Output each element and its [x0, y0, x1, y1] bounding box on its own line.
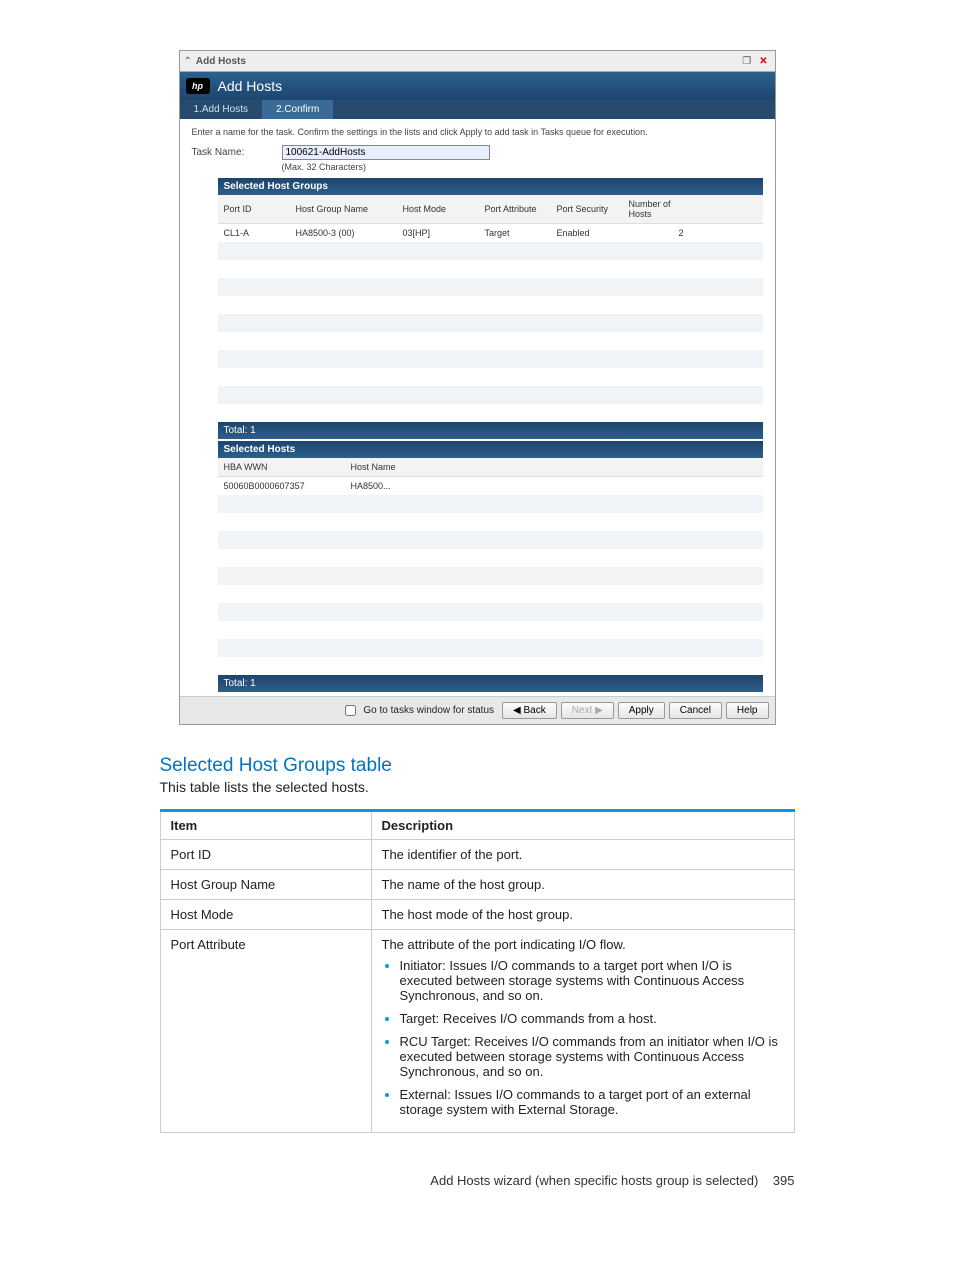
doc-section: Selected Host Groups table This table li…	[150, 755, 805, 1133]
restore-icon[interactable]: ❐	[740, 56, 754, 67]
table-row: Host Mode The host mode of the host grou…	[160, 900, 794, 930]
table-row	[218, 278, 763, 296]
checkbox-label: Go to tasks window for status	[363, 705, 494, 716]
section-host-groups: Selected Host Groups	[218, 178, 763, 195]
go-to-tasks-checkbox[interactable]: Go to tasks window for status	[341, 702, 494, 719]
list-item: Initiator: Issues I/O commands to a targ…	[400, 958, 784, 1003]
table-row	[218, 350, 763, 368]
dialog-header: hp Add Hosts	[180, 72, 775, 100]
table-row: CL1-A HA8500-3 (00) 03[HP] Target Enable…	[218, 224, 763, 243]
table-row	[218, 585, 763, 603]
table-row	[218, 260, 763, 278]
checkbox-input[interactable]	[345, 705, 356, 716]
table-row: Port Attribute The attribute of the port…	[160, 930, 794, 1133]
next-button: Next ▶	[561, 702, 614, 719]
list-item: External: Issues I/O commands to a targe…	[400, 1087, 784, 1117]
window-title: Add Hosts	[196, 56, 740, 67]
table-row: Host Group Name The name of the host gro…	[160, 870, 794, 900]
table-row	[218, 603, 763, 621]
host-groups-table: Port ID Host Group Name Host Mode Port A…	[218, 195, 763, 422]
table-row	[218, 404, 763, 422]
cancel-button[interactable]: Cancel	[669, 702, 722, 719]
add-hosts-dialog: ⌃ Add Hosts ❐ ✕ hp Add Hosts 1.Add Hosts…	[179, 50, 776, 725]
step-add-hosts[interactable]: 1.Add Hosts	[180, 100, 262, 119]
table-row	[218, 386, 763, 404]
dialog-footer: Go to tasks window for status ◀ Back Nex…	[180, 696, 775, 724]
description-table: Item Description Port ID The identifier …	[160, 809, 795, 1133]
col-port-sec[interactable]: Port Security	[551, 195, 623, 224]
col-host-mode[interactable]: Host Mode	[397, 195, 479, 224]
collapse-icon[interactable]: ⌃	[184, 56, 192, 67]
window-titlebar: ⌃ Add Hosts ❐ ✕	[180, 51, 775, 72]
table-row	[218, 513, 763, 531]
table-row	[218, 368, 763, 386]
apply-button[interactable]: Apply	[618, 702, 665, 719]
close-icon[interactable]: ✕	[757, 56, 771, 67]
table-row	[218, 657, 763, 675]
table-row	[218, 639, 763, 657]
col-hg-name[interactable]: Host Group Name	[290, 195, 397, 224]
instruction-text: Enter a name for the task. Confirm the s…	[192, 127, 763, 137]
hp-logo-icon: hp	[186, 78, 210, 94]
col-spacer	[690, 195, 763, 224]
page-number: 395	[773, 1173, 795, 1188]
hosts-table: HBA WWN Host Name 50060B0000607357 HA850…	[218, 458, 763, 675]
table-row	[218, 314, 763, 332]
dialog-title: Add Hosts	[218, 78, 283, 94]
step-confirm[interactable]: 2.Confirm	[262, 100, 333, 119]
help-button[interactable]: Help	[726, 702, 769, 719]
table-row: 50060B0000607357 HA8500...	[218, 477, 763, 496]
footer-text: Add Hosts wizard (when specific hosts gr…	[430, 1173, 758, 1188]
dialog-body: Enter a name for the task. Confirm the s…	[180, 119, 775, 696]
col-item: Item	[160, 811, 371, 840]
col-port-id[interactable]: Port ID	[218, 195, 290, 224]
hosts-total: Total: 1	[218, 675, 763, 692]
task-name-label: Task Name:	[192, 145, 282, 158]
col-host-name[interactable]: Host Name	[345, 458, 417, 477]
table-row	[218, 332, 763, 350]
table-row	[218, 296, 763, 314]
table-row	[218, 567, 763, 585]
table-row	[218, 549, 763, 567]
page-footer: Add Hosts wizard (when specific hosts gr…	[150, 1173, 805, 1188]
desc-intro: The attribute of the port indicating I/O…	[382, 937, 784, 952]
wizard-steps: 1.Add Hosts 2.Confirm	[180, 100, 775, 119]
doc-heading: Selected Host Groups table	[160, 755, 795, 777]
host-groups-total: Total: 1	[218, 422, 763, 439]
list-item: RCU Target: Receives I/O commands from a…	[400, 1034, 784, 1079]
section-hosts: Selected Hosts	[218, 441, 763, 458]
desc-bullets: Initiator: Issues I/O commands to a targ…	[382, 958, 784, 1117]
col-description: Description	[371, 811, 794, 840]
task-name-row: Task Name: (Max. 32 Characters)	[192, 145, 763, 172]
col-hba-wwn[interactable]: HBA WWN	[218, 458, 345, 477]
table-row	[218, 495, 763, 513]
table-row	[218, 242, 763, 260]
task-name-hint: (Max. 32 Characters)	[282, 162, 490, 172]
col-port-attr[interactable]: Port Attribute	[479, 195, 551, 224]
table-row: Port ID The identifier of the port.	[160, 840, 794, 870]
back-button[interactable]: ◀ Back	[502, 702, 557, 719]
table-row	[218, 531, 763, 549]
col-num-hosts[interactable]: Number of Hosts	[623, 195, 690, 224]
doc-lead: This table lists the selected hosts.	[160, 779, 795, 795]
list-item: Target: Receives I/O commands from a hos…	[400, 1011, 784, 1026]
table-row	[218, 621, 763, 639]
col-spacer	[417, 458, 763, 477]
task-name-input[interactable]	[282, 145, 490, 160]
